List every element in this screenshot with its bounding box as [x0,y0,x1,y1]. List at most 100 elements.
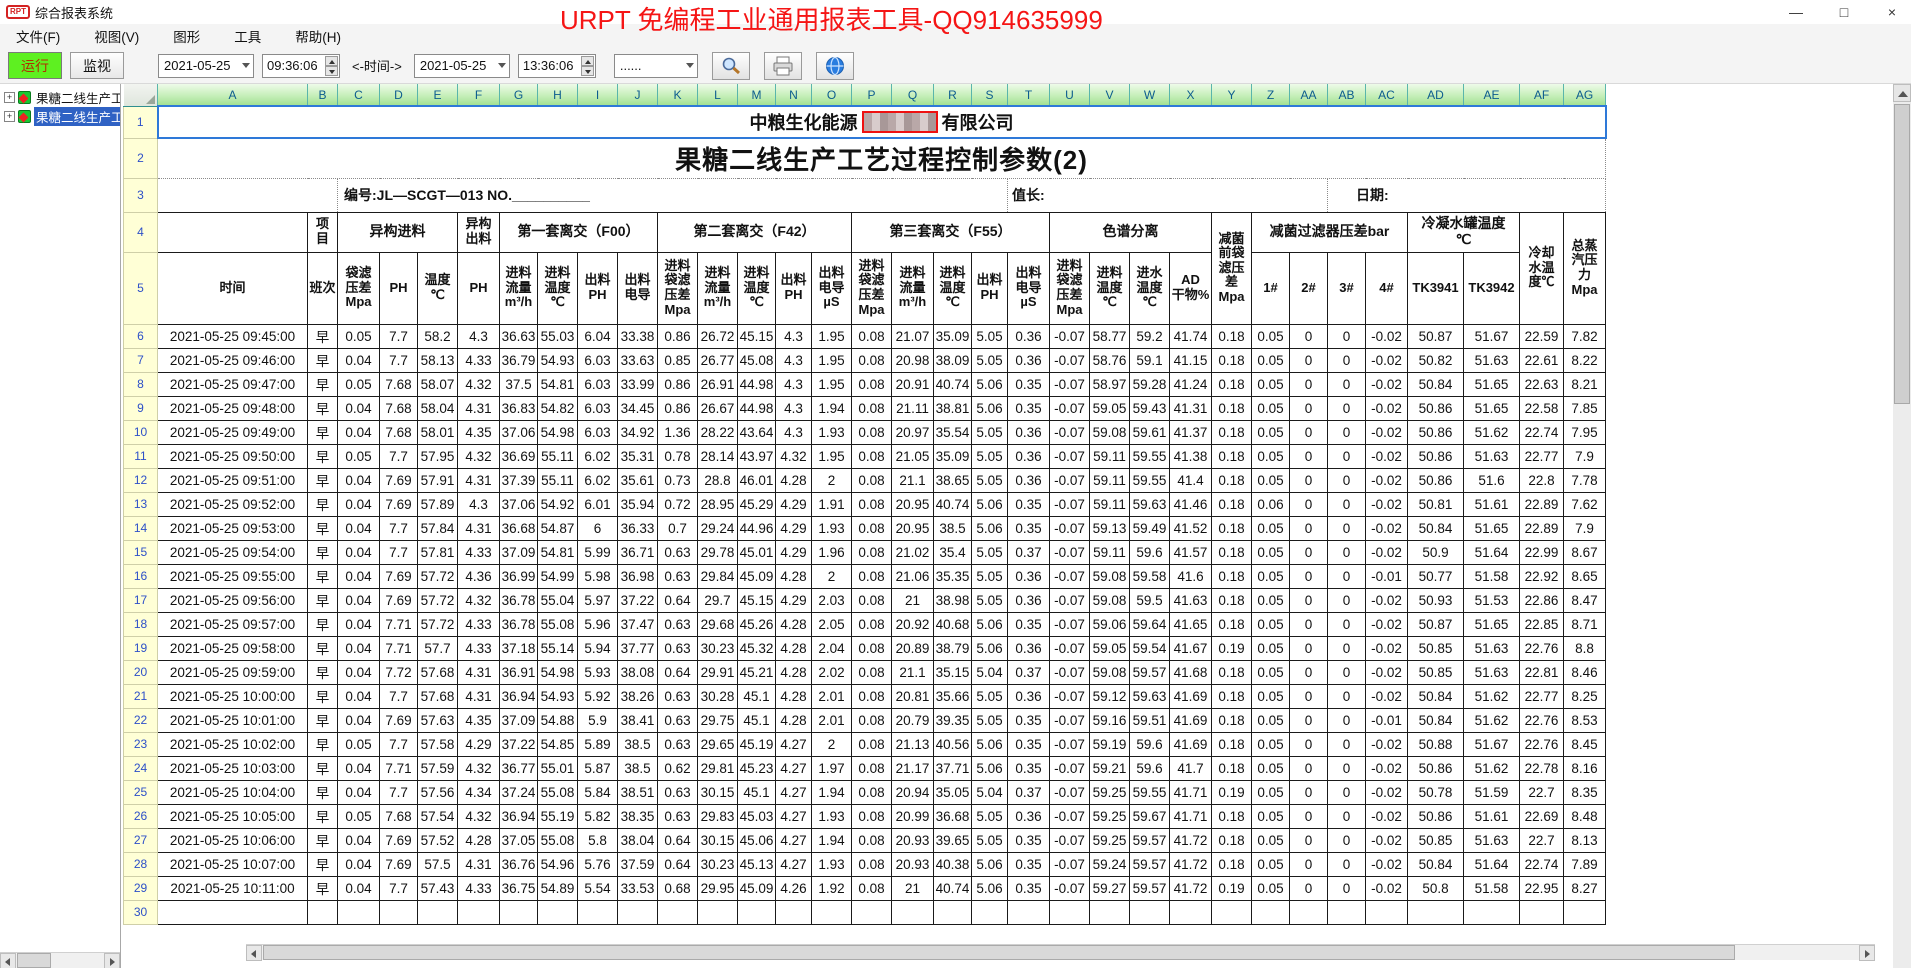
data-cell[interactable] [500,900,538,924]
data-cell[interactable]: 0.04 [338,540,380,564]
data-cell[interactable]: 0.04 [338,564,380,588]
data-cell[interactable]: 20.94 [892,780,934,804]
data-cell[interactable]: 36.79 [500,348,538,372]
data-cell[interactable]: 54.81 [538,540,578,564]
data-cell[interactable]: 59.2 [1130,324,1170,348]
data-cell[interactable]: 5.05 [972,828,1008,852]
data-cell[interactable]: 0.73 [658,468,698,492]
data-cell[interactable]: 59.6 [1130,756,1170,780]
data-cell[interactable]: 2 [812,564,852,588]
data-cell[interactable]: 38.81 [934,396,972,420]
data-cell[interactable]: 0.08 [852,852,892,876]
data-cell[interactable]: 38.35 [618,804,658,828]
data-cell[interactable]: -0.07 [1050,348,1090,372]
sidebar-item-report-1[interactable]: +果糖二线生产工 [4,107,120,126]
data-cell[interactable]: 22.61 [1520,348,1564,372]
row-header-7[interactable]: 7 [124,348,158,372]
data-cell[interactable]: 0.18 [1212,588,1252,612]
data-cell[interactable]: 0.08 [852,372,892,396]
data-cell[interactable]: 41.67 [1170,636,1212,660]
data-cell[interactable]: 45.19 [738,732,776,756]
data-cell[interactable] [1130,900,1170,924]
data-cell[interactable]: 51.65 [1464,372,1520,396]
data-cell[interactable]: 44.98 [738,396,776,420]
row-header-8[interactable]: 8 [124,372,158,396]
data-cell[interactable]: 0.05 [338,372,380,396]
column-header-B[interactable]: B [308,84,338,106]
data-cell[interactable]: 0 [1290,492,1328,516]
time-cell[interactable]: 2021-05-25 10:11:00 [158,876,308,900]
data-cell[interactable]: 早 [308,636,338,660]
header-col-26[interactable]: 3# [1328,252,1366,324]
header-group-10[interactable]: 冷凝水罐温度 ℃ [1408,212,1520,252]
header-col-0[interactable]: 时间 [158,252,308,324]
data-cell[interactable]: 35.05 [934,780,972,804]
data-cell[interactable]: 26.67 [698,396,738,420]
data-cell[interactable] [1328,900,1366,924]
web-button[interactable] [816,52,854,80]
data-cell[interactable]: 8.27 [1564,876,1606,900]
data-cell[interactable]: 0 [1290,444,1328,468]
data-cell[interactable]: 0.05 [1252,756,1290,780]
data-cell[interactable]: 4.33 [458,612,500,636]
time-cell[interactable]: 2021-05-25 09:53:00 [158,516,308,540]
data-cell[interactable]: 26.77 [698,348,738,372]
data-cell[interactable]: -0.02 [1366,420,1408,444]
data-cell[interactable]: 0.37 [1008,540,1050,564]
doc-no-cell[interactable]: 编号:JL—SCGT—013 NO.__________ [338,178,1008,212]
row-header-12[interactable]: 12 [124,468,158,492]
data-cell[interactable]: 33.38 [618,324,658,348]
data-cell[interactable]: 0.08 [852,804,892,828]
data-cell[interactable]: 35.15 [934,660,972,684]
data-cell[interactable]: 7.69 [380,588,418,612]
data-cell[interactable]: 4.28 [776,684,812,708]
data-cell[interactable]: 6.01 [578,492,618,516]
data-cell[interactable]: 0 [1328,828,1366,852]
data-cell[interactable]: 0.04 [338,684,380,708]
data-cell[interactable]: -0.02 [1366,444,1408,468]
data-cell[interactable]: 39.65 [934,828,972,852]
data-cell[interactable]: 45.08 [738,348,776,372]
data-cell[interactable]: 59.19 [1090,732,1130,756]
data-cell[interactable]: 7.7 [380,876,418,900]
header-col-27[interactable]: 4# [1366,252,1408,324]
data-cell[interactable]: 0.08 [852,492,892,516]
data-cell[interactable]: 4.28 [776,612,812,636]
data-cell[interactable] [1050,900,1090,924]
data-cell[interactable]: 0.64 [658,828,698,852]
scrollbar-thumb[interactable] [17,953,51,968]
data-cell[interactable]: 57.5 [418,852,458,876]
data-cell[interactable]: 41.69 [1170,732,1212,756]
data-cell[interactable] [1366,900,1408,924]
data-cell[interactable]: -0.07 [1050,612,1090,636]
data-cell[interactable]: 6.03 [578,348,618,372]
data-cell[interactable]: 早 [308,732,338,756]
data-cell[interactable]: 45.1 [738,780,776,804]
data-cell[interactable]: 54.93 [538,348,578,372]
data-cell[interactable]: 0 [1290,756,1328,780]
row-header-16[interactable]: 16 [124,564,158,588]
data-cell[interactable]: 54.99 [538,564,578,588]
data-cell[interactable]: 41.72 [1170,828,1212,852]
data-cell[interactable]: 0 [1290,732,1328,756]
blank-cell[interactable] [158,178,338,212]
data-cell[interactable]: 41.4 [1170,468,1212,492]
data-cell[interactable]: 41.6 [1170,564,1212,588]
data-cell[interactable]: 0 [1290,684,1328,708]
data-cell[interactable]: 0.05 [338,444,380,468]
menu-item-4[interactable]: 帮助(H) [295,26,341,46]
data-cell[interactable]: 35.66 [934,684,972,708]
data-cell[interactable]: 37.24 [500,780,538,804]
data-cell[interactable]: 45.1 [738,708,776,732]
time-cell[interactable]: 2021-05-25 10:06:00 [158,828,308,852]
data-cell[interactable]: -0.07 [1050,636,1090,660]
data-cell[interactable]: 0.04 [338,468,380,492]
data-cell[interactable]: 0 [1328,684,1366,708]
data-cell[interactable]: -0.02 [1366,756,1408,780]
menu-item-0[interactable]: 文件(F) [16,26,60,46]
data-cell[interactable]: 4.29 [458,732,500,756]
data-cell[interactable]: 36.71 [618,540,658,564]
data-cell[interactable]: 51.6 [1464,468,1520,492]
data-cell[interactable]: 0.35 [1008,708,1050,732]
data-cell[interactable] [852,900,892,924]
